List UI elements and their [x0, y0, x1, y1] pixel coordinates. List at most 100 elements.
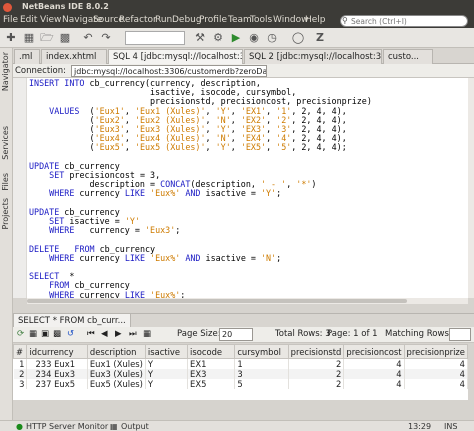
column-header-isocode[interactable]: isocode	[187, 344, 236, 359]
menu-edit[interactable]: Edit	[20, 15, 37, 25]
insert-row-icon[interactable]: ▦	[29, 329, 37, 339]
cell-precisionprize[interactable]: 4	[404, 379, 469, 389]
side-tab-navigator[interactable]: Navigator	[1, 52, 10, 91]
cell-precisionprize[interactable]: 4	[404, 358, 469, 369]
tab-index-xhtml[interactable]: index.xhtml	[41, 49, 107, 64]
scrollbar-thumb[interactable]	[27, 299, 407, 303]
matching-rows-input[interactable]	[449, 328, 471, 341]
side-tab-files[interactable]: Files	[1, 173, 10, 191]
undo-changes-icon[interactable]: ↺	[67, 329, 74, 339]
page-size-input[interactable]: 20	[219, 328, 253, 341]
new-file-icon[interactable]: ✚	[3, 30, 19, 46]
cell-isactive[interactable]: Y	[145, 379, 189, 389]
output-tab[interactable]: Output	[121, 422, 149, 431]
build-icon[interactable]: ⚒	[192, 30, 208, 46]
search-input[interactable]	[351, 16, 463, 26]
cell-idcurrency-currency[interactable]: 237 Eux5	[26, 379, 88, 389]
cell-description[interactable]: Eux3 (Xules)	[87, 369, 146, 379]
cell-precisioncost[interactable]: 4	[343, 358, 405, 369]
cell-isactive[interactable]: Y	[145, 369, 189, 379]
tab-custo[interactable]: custo...	[383, 49, 433, 64]
cell-isactive[interactable]: Y	[145, 358, 189, 369]
cell-isocode[interactable]: EX1	[187, 358, 236, 369]
column-header-description[interactable]: description	[86, 344, 146, 359]
undo-icon[interactable]: ↶	[80, 30, 96, 46]
refresh-icon[interactable]: ⟳	[17, 329, 24, 339]
tab-sql-2[interactable]: SQL 2 [jdbc:mysql://localhost:33...	[244, 49, 382, 64]
open-project-icon[interactable]: 🗁	[39, 30, 55, 46]
menu-team[interactable]: Team	[228, 15, 252, 25]
menu-debug[interactable]: Debug	[172, 15, 202, 25]
new-project-icon[interactable]: ▦	[21, 30, 37, 46]
menu-refactor[interactable]: Refactor	[119, 15, 157, 25]
run-icon[interactable]: ▶	[228, 30, 244, 46]
gc-icon[interactable]: ◯	[290, 30, 306, 46]
tab-sql-4[interactable]: SQL 4 [jdbc:mysql://localhost:33...	[108, 49, 243, 64]
menu-window[interactable]: Window	[273, 15, 309, 25]
menu-profile[interactable]: Profile	[199, 15, 227, 25]
configuration-select[interactable]	[125, 31, 185, 45]
debug-icon[interactable]: ◉	[246, 30, 262, 46]
http-monitor-tab[interactable]: HTTP Server Monitor	[26, 422, 108, 431]
menu-view[interactable]: View	[40, 15, 61, 25]
sql-code[interactable]: INSERT INTO cb_currency(currency, descri…	[29, 78, 372, 300]
http-monitor-icon[interactable]: ●	[16, 422, 23, 431]
column-header-precisionprize[interactable]: precisionprize	[403, 344, 469, 359]
cell-precisionstd[interactable]: 2	[288, 358, 345, 369]
close-window-button[interactable]	[3, 3, 12, 12]
last-page-icon[interactable]: ⏭	[129, 329, 137, 339]
cell-row-number[interactable]: 3	[13, 379, 28, 389]
clean-build-icon[interactable]: ⚙	[210, 30, 226, 46]
grid-view-icon[interactable]: ▦	[143, 329, 151, 339]
column-header-number[interactable]: #	[12, 344, 28, 359]
connection-select[interactable]: jdbc:mysql://localhost:3306/customerdb?z…	[71, 65, 267, 77]
column-header-isactive[interactable]: isactive	[144, 344, 189, 359]
next-page-icon[interactable]: ▶	[115, 329, 122, 339]
cell-cursymbol[interactable]: 3	[234, 369, 289, 379]
save-all-icon[interactable]: ▩	[57, 30, 73, 46]
delete-row-icon[interactable]: ▣	[41, 329, 49, 339]
menu-run[interactable]: Run	[155, 15, 172, 25]
table-row[interactable]: 2 234 Eux3 Eux3 (Xules) Y EX3 3 2 4 4	[13, 369, 469, 379]
cell-description[interactable]: Eux1 (Xules)	[87, 358, 146, 369]
profile-icon[interactable]: ◷	[264, 30, 280, 46]
column-header-precisioncost[interactable]: precisioncost	[343, 344, 405, 359]
output-icon[interactable]: ▦	[110, 422, 118, 431]
cell-precisionstd[interactable]: 2	[288, 379, 345, 389]
table-row[interactable]: 3 237 Eux5 Eux5 (Xules) Y EX5 5 2 4 4	[13, 379, 469, 389]
cell-cursymbol[interactable]: 5	[234, 379, 289, 389]
column-header-cursymbol[interactable]: cursymbol	[234, 344, 289, 359]
cell-idcurrency-currency[interactable]: 233 Eux1	[26, 358, 88, 369]
cell-description[interactable]: Eux5 (Xules)	[87, 379, 146, 389]
search-box[interactable]: ⚲	[340, 15, 468, 27]
commit-icon[interactable]: ▩	[53, 329, 61, 339]
column-header-precisionstd[interactable]: precisionstd	[287, 344, 345, 359]
cell-precisioncost[interactable]: 4	[343, 369, 405, 379]
side-tab-projects[interactable]: Projects	[1, 198, 10, 230]
menu-file[interactable]: File	[3, 15, 18, 25]
previous-page-icon[interactable]: ◀	[101, 329, 108, 339]
cell-row-number[interactable]: 2	[13, 369, 28, 379]
cell-precisionstd[interactable]: 2	[288, 369, 345, 379]
cell-idcurrency-currency[interactable]: 234 Eux3	[26, 369, 88, 379]
menu-tools[interactable]: Tools	[250, 15, 272, 25]
first-page-icon[interactable]: ⏮	[87, 329, 95, 339]
editor-vertical-scrollbar[interactable]	[468, 78, 474, 298]
editor-horizontal-scrollbar[interactable]	[27, 298, 468, 304]
table-row[interactable]: 1 233 Eux1 Eux1 (Xules) Y EX1 1 2 4 4	[13, 358, 469, 369]
cell-precisionprize[interactable]: 4	[404, 369, 469, 379]
menu-help[interactable]: Help	[305, 15, 326, 25]
cell-row-number[interactable]: 1	[13, 358, 28, 369]
column-header-idcurrency[interactable]: idcurrency	[26, 344, 88, 359]
side-tab-services[interactable]: Services	[1, 126, 10, 160]
results-grid[interactable]: # idcurrency currency description isacti…	[12, 344, 469, 400]
cell-isocode[interactable]: EX3	[187, 369, 236, 379]
z-icon[interactable]: Z	[312, 30, 328, 46]
redo-icon[interactable]: ↷	[98, 30, 114, 46]
sql-editor[interactable]: INSERT INTO cb_currency(currency, descri…	[13, 78, 468, 300]
cell-precisioncost[interactable]: 4	[343, 379, 405, 389]
cell-isocode[interactable]: EX5	[187, 379, 236, 389]
results-tab-select[interactable]: SELECT * FROM cb_curr...	[13, 314, 131, 328]
tab-ml[interactable]: .ml	[14, 49, 40, 64]
cell-cursymbol[interactable]: 1	[234, 358, 289, 369]
